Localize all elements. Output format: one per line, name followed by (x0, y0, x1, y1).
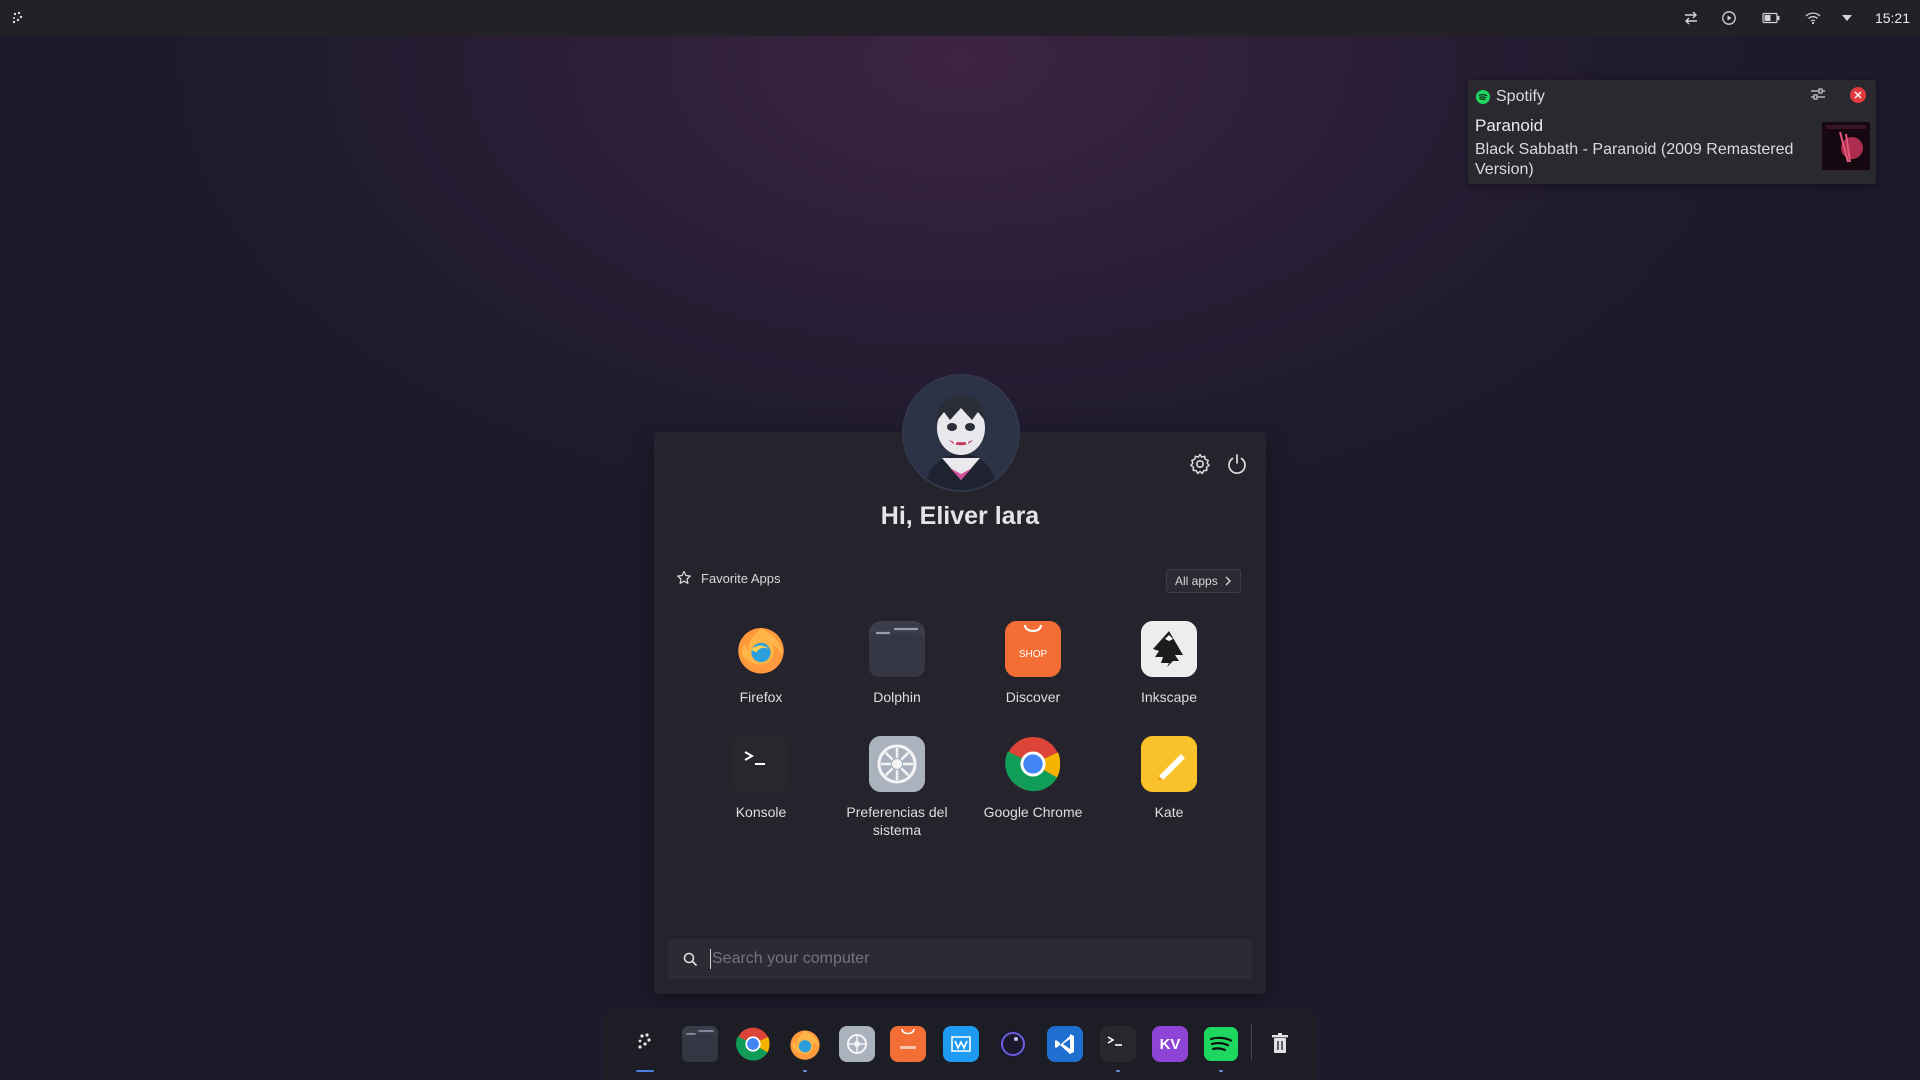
dock: KV (604, 1008, 1316, 1080)
app-firefox[interactable]: Firefox (696, 621, 826, 706)
search-input[interactable] (710, 949, 1244, 969)
spotify-icon (1476, 90, 1490, 104)
notification-configure-icon[interactable] (1809, 85, 1827, 108)
gear-icon (1190, 453, 1210, 475)
dock-vscode-icon[interactable] (1047, 1026, 1083, 1062)
power-button[interactable] (1225, 452, 1249, 481)
app-konsole[interactable]: Konsole (696, 736, 826, 821)
favorites-header: Favorite Apps (676, 570, 781, 586)
media-icon[interactable] (1719, 8, 1739, 28)
firefox-icon (733, 621, 789, 677)
app-label: Dolphin (873, 689, 921, 705)
konsole-icon (733, 736, 789, 792)
discover-icon: SHOP (1005, 621, 1061, 677)
kvantum-text: KV (1159, 1035, 1181, 1053)
dock-obs-icon[interactable] (995, 1026, 1031, 1062)
app-label: Inkscape (1140, 689, 1198, 705)
launcher-icon[interactable] (8, 8, 28, 28)
app-label: Google Chrome (983, 804, 1083, 820)
dock-firefox-icon[interactable] (787, 1026, 823, 1072)
app-inkscape[interactable]: Inkscape (1104, 621, 1234, 706)
notification-body: Black Sabbath - Paranoid (2009 Remastere… (1475, 141, 1794, 178)
chrome-icon (1005, 736, 1061, 792)
greeting: Hi, Eliver lara (880, 502, 1040, 530)
search-icon (683, 952, 698, 966)
avatar[interactable] (902, 374, 1020, 492)
dock-writer-icon[interactable] (943, 1026, 979, 1062)
dock-discover-icon[interactable] (890, 1026, 926, 1062)
app-dolphin[interactable]: Dolphin (832, 621, 962, 706)
app-label: Firefox (739, 689, 783, 705)
all-apps-label: All apps (1175, 574, 1218, 588)
notification-app-name: Spotify (1496, 88, 1545, 105)
tray-expand-icon[interactable] (1841, 8, 1853, 28)
app-label: Kate (1154, 804, 1184, 820)
app-label: Konsole (735, 804, 787, 820)
running-indicator (1116, 1070, 1120, 1072)
kate-icon (1141, 736, 1197, 792)
running-indicator (803, 1070, 807, 1072)
app-google-chrome[interactable]: Google Chrome (968, 736, 1098, 821)
app-label: Preferencias del sistema (846, 804, 948, 838)
wifi-icon[interactable] (1803, 8, 1823, 28)
all-apps-button[interactable]: All apps (1166, 569, 1241, 593)
app-system-settings[interactable]: Preferencias del sistema (832, 736, 962, 839)
running-indicator (1219, 1070, 1223, 1072)
dock-dolphin-icon[interactable] (682, 1026, 718, 1062)
dock-system-settings-icon[interactable] (839, 1026, 875, 1062)
dock-spotify-icon[interactable] (1203, 1026, 1239, 1072)
app-discover[interactable]: SHOP Discover (968, 621, 1098, 706)
launcher-settings-button[interactable] (1188, 452, 1212, 481)
app-label: Discover (1005, 689, 1061, 705)
transfer-icon[interactable] (1681, 8, 1701, 28)
search-bar[interactable] (668, 939, 1252, 979)
dock-kvantum-icon[interactable]: KV (1152, 1026, 1188, 1062)
spotify-notification[interactable]: Spotify Paranoid Black Sabbath - Paranoi… (1468, 80, 1876, 184)
favorites-label: Favorite Apps (701, 570, 781, 586)
discover-shop-text: SHOP (1019, 649, 1048, 660)
active-indicator (636, 1070, 654, 1072)
battery-icon[interactable] (1757, 8, 1785, 28)
clock[interactable]: 15:21 (1875, 10, 1910, 26)
power-icon (1228, 454, 1246, 474)
system-settings-icon (869, 736, 925, 792)
notification-header: Spotify (1476, 88, 1545, 106)
notification-close-button[interactable] (1850, 87, 1866, 103)
app-kate[interactable]: Kate (1104, 736, 1234, 821)
close-icon (1854, 91, 1862, 99)
star-icon (677, 570, 691, 584)
chevron-right-icon (1225, 576, 1231, 586)
notification-title: Paranoid (1475, 116, 1544, 135)
dock-chrome-icon[interactable] (735, 1026, 771, 1062)
inkscape-icon (1141, 621, 1197, 677)
dock-trash-icon[interactable] (1262, 1026, 1298, 1062)
dolphin-icon (869, 621, 925, 677)
top-panel: 15:21 (0, 0, 1920, 36)
dock-separator (1251, 1024, 1252, 1060)
album-art (1822, 122, 1870, 170)
dock-launcher-icon[interactable] (627, 1026, 663, 1072)
dock-konsole-icon[interactable] (1100, 1026, 1136, 1072)
